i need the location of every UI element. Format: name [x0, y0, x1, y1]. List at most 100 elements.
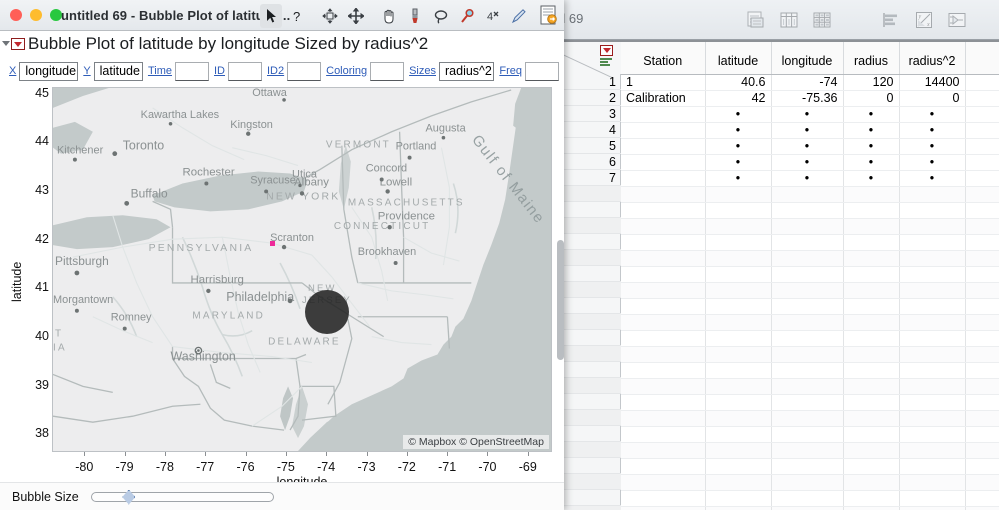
- cell-empty[interactable]: [899, 314, 965, 330]
- cell-latitude[interactable]: •: [705, 138, 771, 154]
- table-header-row[interactable]: Stationlatitudelongituderadiusradius^2: [621, 42, 999, 74]
- cell-empty[interactable]: [965, 346, 999, 362]
- cell-empty[interactable]: [965, 426, 999, 442]
- cell-empty[interactable]: [771, 378, 843, 394]
- cell-empty[interactable]: [843, 330, 899, 346]
- table-row[interactable]: [621, 378, 999, 394]
- arrow-select-icon[interactable]: [260, 4, 282, 28]
- cell-empty[interactable]: [621, 202, 705, 218]
- cell-radius-2[interactable]: •: [899, 106, 965, 122]
- table-row[interactable]: [621, 186, 999, 202]
- cell-empty[interactable]: [771, 314, 843, 330]
- var-value-id2[interactable]: [287, 62, 321, 81]
- column-header-longitude[interactable]: longitude: [771, 42, 843, 74]
- cell-empty[interactable]: [965, 106, 999, 122]
- table-row[interactable]: [621, 202, 999, 218]
- pencil-icon[interactable]: [508, 4, 530, 28]
- cell-empty[interactable]: [843, 346, 899, 362]
- cell-empty[interactable]: [899, 458, 965, 474]
- cell-empty[interactable]: [965, 90, 999, 106]
- cell-radius[interactable]: •: [843, 154, 899, 170]
- crosshair-move-icon[interactable]: [345, 4, 367, 28]
- plot-area[interactable]: latitude 3839404142434445: [0, 84, 564, 510]
- cell-empty[interactable]: [899, 282, 965, 298]
- cell-empty[interactable]: [771, 234, 843, 250]
- cell-latitude[interactable]: 42: [705, 90, 771, 106]
- cell-empty[interactable]: [843, 410, 899, 426]
- cell-empty[interactable]: [621, 330, 705, 346]
- report-header[interactable]: Bubble Plot of latitude by longitude Siz…: [0, 31, 564, 57]
- table-row[interactable]: [621, 346, 999, 362]
- var-role-coloring[interactable]: Coloring: [326, 65, 367, 77]
- save-script-icon[interactable]: [536, 3, 564, 29]
- cell-empty[interactable]: [771, 330, 843, 346]
- column-header-latitude[interactable]: latitude: [705, 42, 771, 74]
- cell-empty[interactable]: [965, 122, 999, 138]
- cell-empty[interactable]: [621, 234, 705, 250]
- table-row[interactable]: 140.6-7412014400: [621, 74, 999, 90]
- plot-toolbar[interactable]: ? 4: [258, 2, 564, 30]
- cell-latitude[interactable]: •: [705, 122, 771, 138]
- cell-empty[interactable]: [965, 330, 999, 346]
- cell-radius-2[interactable]: •: [899, 138, 965, 154]
- cell-latitude[interactable]: •: [705, 170, 771, 186]
- cell-empty[interactable]: [899, 330, 965, 346]
- table-row[interactable]: [621, 394, 999, 410]
- cell-empty[interactable]: [621, 458, 705, 474]
- plot-vertical-scrollbar[interactable]: [557, 240, 564, 360]
- lasso-icon[interactable]: [430, 4, 452, 28]
- cell-empty[interactable]: [621, 266, 705, 282]
- cell-empty[interactable]: [771, 490, 843, 506]
- cell-radius-2[interactable]: •: [899, 122, 965, 138]
- data-table-window[interactable]: d 69 yx: [545, 0, 999, 510]
- table-row[interactable]: ••••: [621, 122, 999, 138]
- question-help-icon[interactable]: ?: [286, 4, 308, 28]
- cell-empty[interactable]: [899, 202, 965, 218]
- calibration-marker[interactable]: [270, 241, 275, 246]
- cell-latitude[interactable]: •: [705, 154, 771, 170]
- cell-empty[interactable]: [705, 330, 771, 346]
- table-row[interactable]: [621, 234, 999, 250]
- cell-longitude[interactable]: •: [771, 106, 843, 122]
- cell-empty[interactable]: [771, 202, 843, 218]
- cell-empty[interactable]: [965, 298, 999, 314]
- cell-empty[interactable]: [843, 426, 899, 442]
- cell-empty[interactable]: [899, 298, 965, 314]
- cell-empty[interactable]: [705, 314, 771, 330]
- magnifier-icon[interactable]: [456, 4, 478, 28]
- cell-empty[interactable]: [899, 426, 965, 442]
- cell-longitude[interactable]: -74: [771, 74, 843, 90]
- table-row[interactable]: [621, 362, 999, 378]
- data-table-toolbar[interactable]: yx: [741, 4, 999, 36]
- cell-empty[interactable]: [705, 234, 771, 250]
- table-row[interactable]: [621, 250, 999, 266]
- var-role-sizes[interactable]: Sizes: [409, 65, 436, 77]
- table-row[interactable]: [621, 282, 999, 298]
- cell-radius[interactable]: •: [843, 138, 899, 154]
- annotate-icon[interactable]: 4: [482, 4, 504, 28]
- cell-empty[interactable]: [965, 442, 999, 458]
- table-row[interactable]: ••••: [621, 106, 999, 122]
- table-row[interactable]: [621, 458, 999, 474]
- table-row[interactable]: ••••: [621, 170, 999, 186]
- cell-empty[interactable]: [843, 186, 899, 202]
- cell-station[interactable]: [621, 170, 705, 186]
- table-row[interactable]: [621, 490, 999, 506]
- cell-empty[interactable]: [899, 490, 965, 506]
- table-row[interactable]: Calibration42-75.3600: [621, 90, 999, 106]
- cell-empty[interactable]: [899, 474, 965, 490]
- cell-empty[interactable]: [843, 474, 899, 490]
- cell-empty[interactable]: [621, 282, 705, 298]
- cell-empty[interactable]: [965, 170, 999, 186]
- cell-longitude[interactable]: •: [771, 154, 843, 170]
- table-row[interactable]: [621, 330, 999, 346]
- cell-longitude[interactable]: -75.36: [771, 90, 843, 106]
- cell-empty[interactable]: [771, 442, 843, 458]
- map-plot-frame[interactable]: Ottawa Kawartha Lakes Kingston Kitchener…: [52, 87, 552, 452]
- cell-empty[interactable]: [705, 490, 771, 506]
- bubble-size-control[interactable]: Bubble Size: [0, 482, 564, 510]
- var-value-y[interactable]: latitude: [94, 62, 143, 81]
- cell-empty[interactable]: [771, 298, 843, 314]
- table-row[interactable]: [621, 314, 999, 330]
- table-row[interactable]: [621, 506, 999, 510]
